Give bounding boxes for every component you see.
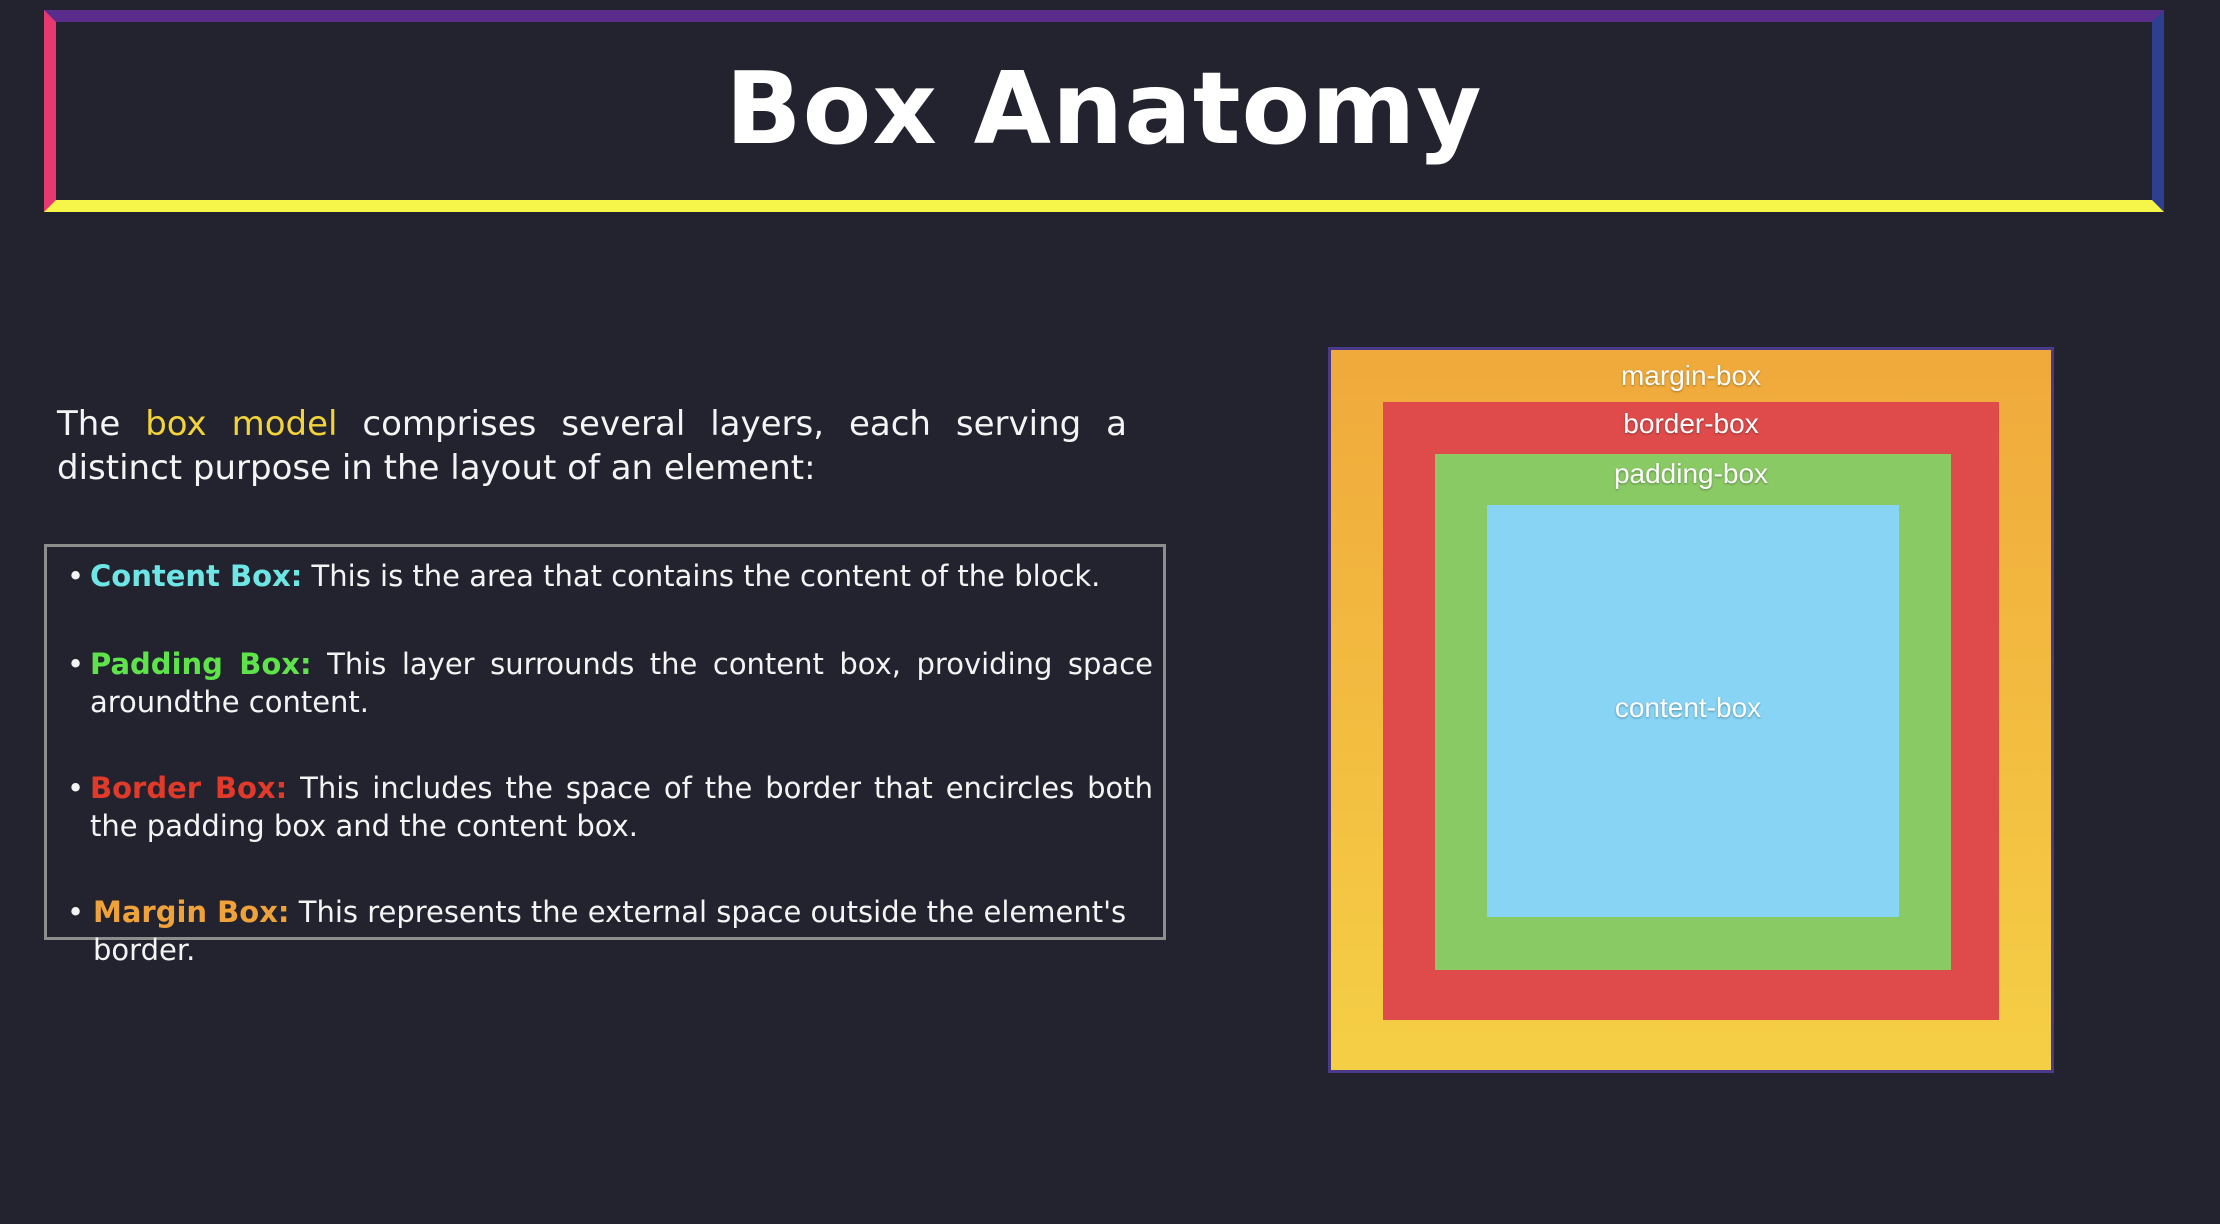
bullet-dot: • (67, 559, 85, 593)
intro-text-start: The (57, 404, 146, 444)
list-item-border-box: • Border Box: This includes the space of… (67, 769, 1153, 845)
content-box-label: content-box (1614, 692, 1762, 723)
intro-highlight: box model (145, 404, 338, 444)
bullet-dot: • (67, 895, 85, 929)
border-box-label: border-box (1623, 408, 1759, 439)
term-padding-box: Padding Box: (90, 647, 312, 681)
list-item-margin-box: • Margin Box: This represents the extern… (67, 893, 1153, 969)
intro-paragraph: The box model comprises several layers, … (57, 402, 1127, 490)
term-content-box: Content Box: (90, 559, 303, 593)
title-frame: Box Anatomy (44, 10, 2164, 212)
term-margin-box: Margin Box: (93, 895, 290, 929)
padding-box-label: padding-box (1613, 458, 1769, 489)
list-item-content-box: • Content Box: This is the area that con… (67, 557, 1153, 595)
term-border-box: Border Box: (90, 771, 288, 805)
page-title: Box Anatomy (725, 49, 1483, 167)
layer-list-box: • Content Box: This is the area that con… (44, 544, 1166, 967)
list-item-padding-box: • Padding Box: This layer surrounds the … (67, 645, 1153, 721)
bullet-dot: • (67, 771, 85, 805)
margin-box-label: margin-box (1620, 360, 1762, 391)
desc-content-box: This is the area that contains the conte… (302, 559, 1101, 593)
bullet-dot: • (67, 647, 85, 681)
box-model-diagram: margin-box border-box padding-box conten… (1328, 347, 2054, 1073)
